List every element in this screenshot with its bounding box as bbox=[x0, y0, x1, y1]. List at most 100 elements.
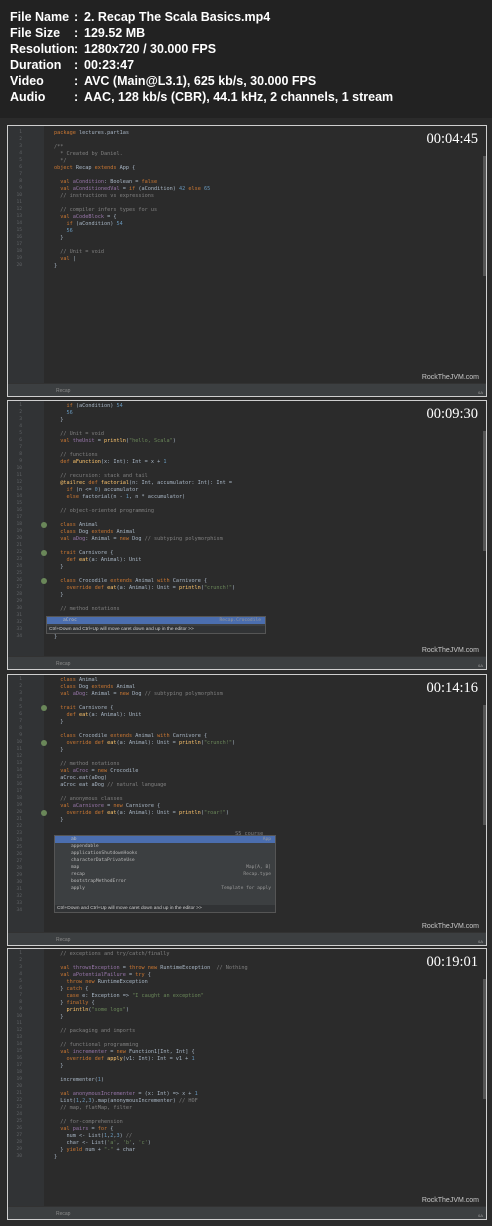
code-line[interactable]: // for-comprehension bbox=[54, 1119, 122, 1126]
code-line[interactable]: } bbox=[54, 1154, 57, 1161]
code-line[interactable]: // Unit = void bbox=[54, 249, 104, 256]
code-line[interactable]: if (aCondition) 54 bbox=[54, 403, 122, 410]
code-line[interactable]: class Animal bbox=[54, 677, 98, 684]
autocomplete-item[interactable]: characterDataPrivateUse bbox=[55, 857, 275, 864]
code-line[interactable]: case e: Exception => "I caught an except… bbox=[54, 993, 203, 1000]
code-line[interactable]: // packaging and imports bbox=[54, 1028, 135, 1035]
override-marker-icon[interactable] bbox=[41, 705, 47, 711]
code-line[interactable]: */ bbox=[54, 158, 66, 165]
override-marker-icon[interactable] bbox=[41, 522, 47, 528]
code-line[interactable]: class Dog extends Animal bbox=[54, 684, 135, 691]
code-line[interactable]: // object-oriented programming bbox=[54, 508, 154, 515]
code-line[interactable]: val incrementer = new Function1[Int, Int… bbox=[54, 1049, 194, 1056]
code-line[interactable]: 56 bbox=[54, 410, 72, 417]
code-line[interactable]: val aCarnivore = new Carnivore { bbox=[54, 803, 160, 810]
code-line[interactable]: val pairs = for { bbox=[54, 1126, 113, 1133]
code-line[interactable]: // compiler infers types for us bbox=[54, 207, 157, 214]
override-marker-icon[interactable] bbox=[41, 550, 47, 556]
code-line[interactable]: val aCodeBlock = { bbox=[54, 214, 116, 221]
autocomplete-item[interactable]: applicationShutdownHooks bbox=[55, 850, 275, 857]
autocomplete-item[interactable]: apply Template for apply bbox=[55, 885, 275, 892]
code-line[interactable]: } bbox=[54, 1014, 63, 1021]
autocomplete-item[interactable]: bootstrapMethodError bbox=[55, 878, 275, 885]
code-line[interactable]: aCroc eat aDog // natural language bbox=[54, 782, 166, 789]
code-line[interactable]: } finally { bbox=[54, 1000, 94, 1007]
code-line[interactable]: /** bbox=[54, 144, 63, 151]
code-line[interactable]: class Dog extends Animal bbox=[54, 529, 135, 536]
autocomplete-item[interactable]: map Map[A, B] bbox=[55, 864, 275, 871]
code-line[interactable]: package lectures.part1as bbox=[54, 130, 129, 137]
code-line[interactable]: val aCroc = new Crocodile bbox=[54, 768, 138, 775]
autocomplete-item[interactable]: ab App bbox=[55, 836, 275, 843]
code-line[interactable]: class Crocodile extends Animal with Carn… bbox=[54, 578, 207, 585]
code-line[interactable]: println("some logs") bbox=[54, 1007, 128, 1014]
code-line[interactable]: val aConditionedVal = if (aCondition) 42… bbox=[54, 186, 210, 193]
autocomplete-item[interactable]: aCroc Recap.Crocodile bbox=[47, 617, 265, 624]
code-line[interactable]: char <- List('a', 'b', 'c') bbox=[54, 1140, 150, 1147]
code-line[interactable]: val aCondition: Boolean = false bbox=[54, 179, 157, 186]
code-line[interactable]: val aDog: Animal = new Dog // subtyping … bbox=[54, 691, 222, 698]
autocomplete-item[interactable]: appendable bbox=[55, 843, 275, 850]
code-line[interactable]: trait Carnivore { bbox=[54, 550, 113, 557]
editor-scrollbar[interactable] bbox=[483, 156, 486, 276]
override-marker-icon[interactable] bbox=[41, 578, 47, 584]
code-line[interactable]: // functional programming bbox=[54, 1042, 138, 1049]
code-line[interactable]: object Recap extends App { bbox=[54, 165, 135, 172]
code-line[interactable]: } catch { bbox=[54, 986, 88, 993]
breadcrumb[interactable]: Recap bbox=[56, 661, 70, 667]
autocomplete-popup[interactable]: ab App appendable applicationShutdownHooks c… bbox=[54, 835, 276, 913]
code-line[interactable]: override def eat(a: Animal): Unit = prin… bbox=[54, 810, 228, 817]
code-line[interactable]: // recursion: stack and tail bbox=[54, 473, 147, 480]
code-line[interactable]: aCroc.eat(aDog) bbox=[54, 775, 107, 782]
code-line[interactable]: @tailrec def factorial(n: Int, accumulat… bbox=[54, 480, 232, 487]
code-line[interactable]: } bbox=[54, 417, 63, 424]
code-line[interactable]: val | bbox=[54, 256, 76, 263]
code-line[interactable]: 56 bbox=[54, 228, 72, 235]
code-line[interactable]: } bbox=[54, 1063, 63, 1070]
code-line[interactable]: throw new RuntimeException bbox=[54, 979, 147, 986]
code-line[interactable]: val aDog: Animal = new Dog // subtyping … bbox=[54, 536, 222, 543]
code-line[interactable]: if (aCondition) 54 bbox=[54, 221, 122, 228]
override-marker-icon[interactable] bbox=[41, 810, 47, 816]
code-line[interactable]: List(1,2,3).map(anonymousIncrementer) //… bbox=[54, 1098, 197, 1105]
code-line[interactable]: override def eat(a: Animal): Unit = prin… bbox=[54, 585, 235, 592]
breadcrumb[interactable]: Recap bbox=[56, 937, 70, 943]
code-line[interactable]: } bbox=[54, 817, 63, 824]
editor-scrollbar[interactable] bbox=[483, 431, 486, 551]
code-line[interactable]: override def apply(v1: Int): Int = v1 + … bbox=[54, 1056, 194, 1063]
breadcrumb[interactable]: Recap bbox=[56, 1211, 70, 1217]
autocomplete-item[interactable]: recap Recap.type bbox=[55, 871, 275, 878]
editor-scrollbar[interactable] bbox=[483, 979, 486, 1099]
code-line[interactable]: } bbox=[54, 592, 63, 599]
code-line[interactable]: class Crocodile extends Animal with Carn… bbox=[54, 733, 207, 740]
code-line[interactable]: // map, flatMap, filter bbox=[54, 1105, 132, 1112]
code-line[interactable]: * Created by Daniel. bbox=[54, 151, 122, 158]
code-line[interactable]: } bbox=[54, 747, 63, 754]
code-line[interactable]: val aPotentialFailure = try { bbox=[54, 972, 151, 979]
breadcrumb[interactable]: Recap bbox=[56, 388, 70, 394]
code-line[interactable]: } bbox=[54, 719, 63, 726]
code-line[interactable]: override def eat(a: Animal): Unit = prin… bbox=[54, 740, 235, 747]
code-line[interactable]: val throwsException = throw new RuntimeE… bbox=[54, 965, 247, 972]
editor-scrollbar[interactable] bbox=[483, 705, 486, 825]
code-line[interactable]: // Unit = void bbox=[54, 431, 104, 438]
code-line[interactable]: trait Carnivore { bbox=[54, 705, 113, 712]
code-line[interactable]: else factorial(n - 1, n * accumulator) bbox=[54, 494, 185, 501]
code-line[interactable]: class Animal bbox=[54, 522, 98, 529]
code-line[interactable]: // exceptions and try/catch/finally bbox=[54, 951, 169, 958]
code-line[interactable]: } bbox=[54, 235, 63, 242]
code-line[interactable]: num <- List(1,2,3) // bbox=[54, 1133, 132, 1140]
autocomplete-popup[interactable]: aCroc Recap.Crocodile Ctrl+Down and Ctrl+U… bbox=[46, 616, 266, 634]
code-line[interactable]: if (n <= 0) accumulator bbox=[54, 487, 138, 494]
code-line[interactable]: // functions bbox=[54, 452, 98, 459]
code-line[interactable]: val anonymousIncrementer = (x: Int) => x… bbox=[54, 1091, 197, 1098]
code-line[interactable]: def aFunction(x: Int): Int = x + 1 bbox=[54, 459, 166, 466]
code-line[interactable]: val theUnit = println("hello, Scala") bbox=[54, 438, 176, 445]
code-line[interactable]: // anonymous classes bbox=[54, 796, 122, 803]
override-marker-icon[interactable] bbox=[41, 740, 47, 746]
code-line[interactable]: def eat(a: Animal): Unit bbox=[54, 557, 141, 564]
code-line[interactable]: } bbox=[54, 564, 63, 571]
code-line[interactable]: } yield num + "-" + char bbox=[54, 1147, 135, 1154]
code-line[interactable]: // method notations bbox=[54, 606, 119, 613]
code-line[interactable]: // method notations bbox=[54, 761, 119, 768]
